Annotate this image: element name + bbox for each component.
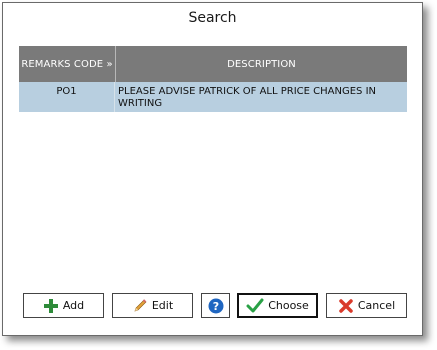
pencil-icon [132,298,148,314]
cancel-button-label: Cancel [357,299,396,312]
grid-header: REMARKS CODE » DESCRIPTION [19,46,407,82]
choose-button-label: Choose [268,299,309,312]
dialog-title: Search [188,10,237,26]
plus-icon [43,298,59,314]
cancel-button[interactable]: Cancel [326,293,407,318]
x-icon [338,298,354,314]
remarks-grid: REMARKS CODE » DESCRIPTION PO1 PLEASE AD… [19,46,407,112]
checkmark-icon [246,298,264,314]
help-button[interactable]: ? [201,293,230,318]
search-dialog: Search REMARKS CODE » DESCRIPTION PO1 PL… [2,2,423,336]
column-header-description[interactable]: DESCRIPTION [116,46,407,82]
question-icon: ? [208,298,224,314]
table-row[interactable]: PO1 PLEASE ADVISE PATRICK OF ALL PRICE C… [19,82,407,112]
svg-text:?: ? [212,300,218,313]
column-header-remarks-code[interactable]: REMARKS CODE » [19,46,116,82]
add-button-label: Add [62,299,85,312]
remarks-code-cell[interactable]: PO1 [19,82,115,112]
choose-button[interactable]: Choose [237,293,318,318]
edit-button[interactable]: Edit [112,293,193,318]
edit-button-label: Edit [151,299,174,312]
description-cell[interactable]: PLEASE ADVISE PATRICK OF ALL PRICE CHANG… [115,82,407,112]
add-button[interactable]: Add [23,293,104,318]
